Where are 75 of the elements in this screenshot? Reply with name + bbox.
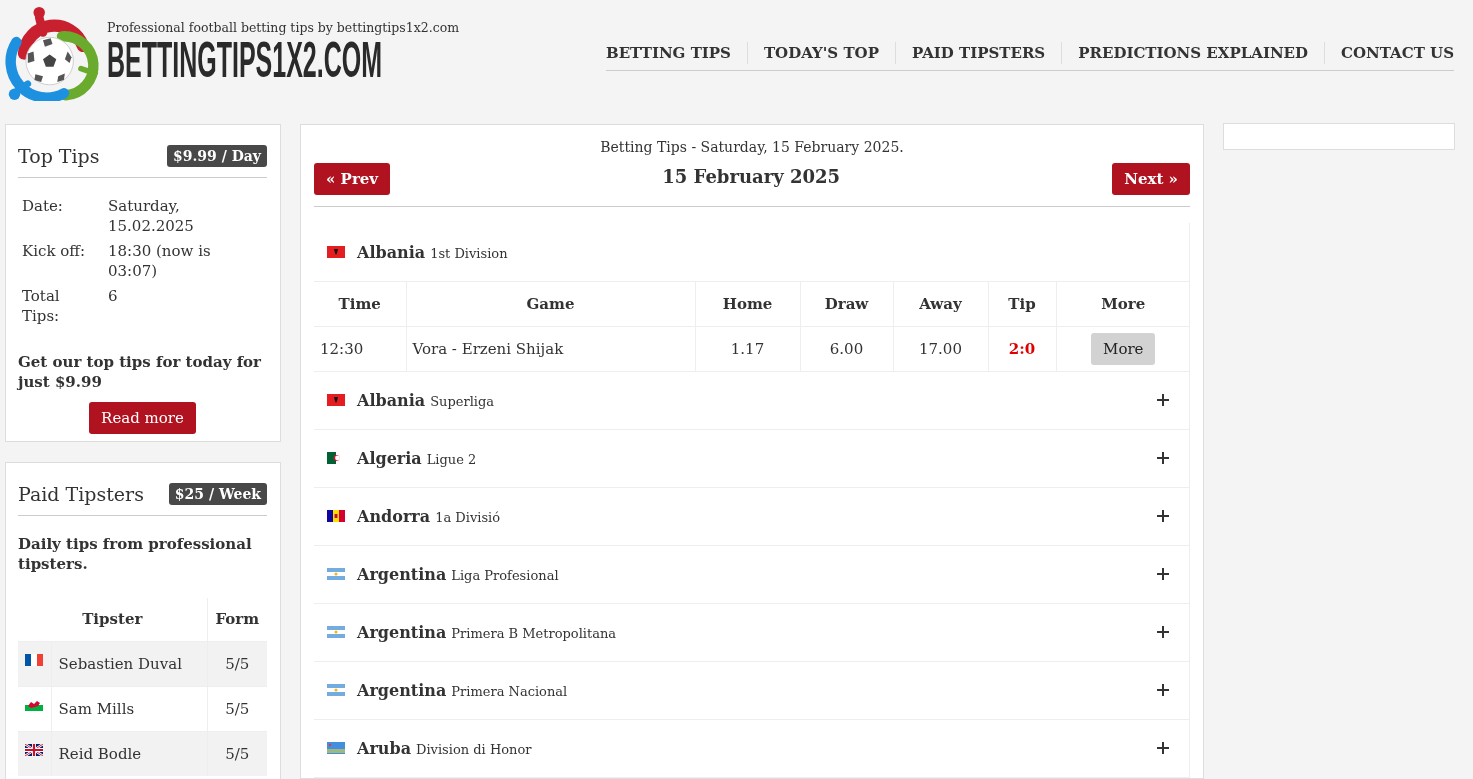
flag-icon [327,394,345,406]
read-more-button[interactable]: Read more [89,402,196,434]
flag-icon [327,568,345,580]
league-name[interactable]: Liga Profesional [451,567,559,583]
flag-icon [327,626,345,638]
flag-icon [25,698,43,711]
plus-icon[interactable] [1157,394,1169,406]
plus-icon[interactable] [1157,568,1169,580]
detail-label: Kick off: [22,241,86,262]
detail-value: 6 [108,286,119,307]
country-name[interactable]: Albania [357,390,426,410]
league-name[interactable]: Superliga [430,393,495,409]
plus-icon[interactable] [1157,626,1169,638]
league-name[interactable]: Primera Nacional [451,683,568,699]
column-header: Draw [800,282,893,326]
page-heading: Betting Tips - Saturday, 15 February 2025. [599,138,905,157]
nav-link[interactable]: PREDICTIONS EXPLAINED [1061,42,1325,64]
country-name[interactable]: Argentina [357,564,447,584]
column-header: Away [893,282,988,326]
table-cell: 1.17 [695,326,800,371]
more-button[interactable]: More [1091,332,1156,365]
country-name[interactable]: Algeria [357,448,422,468]
price-badge: $9.99 / Day [166,145,267,167]
next-button[interactable]: Next » [1112,163,1190,195]
country-name[interactable]: Andorra [357,506,431,526]
league-name[interactable]: Ligue 2 [426,451,477,467]
column-header: Time [314,282,406,326]
nav-link[interactable]: CONTACT US [1324,42,1454,64]
flag-icon [327,510,345,522]
league-name[interactable]: 1st Division [430,245,508,261]
league-name[interactable]: 1a Divisió [435,509,501,525]
country-name[interactable]: Aruba [357,738,412,758]
card-title: Top Tips [18,145,100,167]
site-tagline: Professional football betting tips by bettingtips1x2.com [107,19,461,37]
country-name[interactable]: Argentina [357,680,447,700]
prev-button[interactable]: « Prev [314,163,391,195]
flag-icon [327,684,345,696]
table-cell: 6.00 [800,326,893,371]
flag-icon [327,742,345,754]
date-title: 15 February 2025 [662,165,840,187]
table-cell: 17.00 [893,326,988,371]
country-name[interactable]: Albania [357,242,426,262]
table-cell: 12:30 [314,326,406,371]
column-header: Home [695,282,800,326]
nav-link[interactable]: BETTING TIPS [606,42,747,64]
detail-value: 18:30 (now is 03:07) [108,241,212,281]
column-header: Tipster [18,598,207,641]
plus-icon[interactable] [1157,684,1169,696]
league-name[interactable]: Division di Honor [416,741,532,757]
flag-icon [25,743,43,756]
promo-text: Get our top tips for today for just $9.99 [18,352,262,392]
card-title: Paid Tipsters [18,483,144,505]
column-header: Tip [988,282,1056,326]
plus-icon[interactable] [1157,742,1169,754]
logo-icon [5,4,100,101]
detail-label: Total Tips: [22,286,61,326]
detail-label: Date: [22,196,64,217]
table-cell: 2:0 [988,326,1056,371]
column-header: More [1056,282,1190,326]
tipster-name[interactable]: Reid Bodle [51,731,207,776]
table-cell: Vora - Erzeni Shijak [406,326,695,371]
column-header: Game [406,282,695,326]
plus-icon[interactable] [1157,452,1169,464]
price-badge: $25 / Week [168,483,267,505]
intro-text: Daily tips from professional tipsters. [18,534,253,574]
flag-icon [25,653,43,666]
flag-icon [327,246,345,258]
nav-link[interactable]: PAID TIPSTERS [894,42,1062,64]
site-wordmark[interactable]: BETTINGTIPS1X2.COM [107,37,383,83]
nav-link[interactable]: TODAY'S TOP [746,42,895,64]
plus-icon[interactable] [1157,510,1169,522]
detail-value: Saturday, 15.02.2025 [108,196,195,236]
table-cell: 5/5 [207,731,267,776]
league-name[interactable]: Primera B Metropolitana [451,625,617,641]
country-name[interactable]: Argentina [357,622,447,642]
